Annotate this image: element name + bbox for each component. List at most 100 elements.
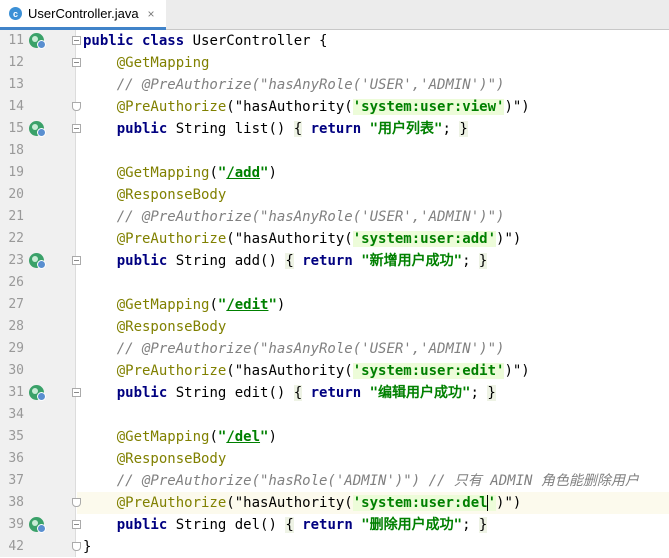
code-token: @ResponseBody: [116, 451, 227, 467]
close-icon[interactable]: ×: [148, 7, 155, 21]
fold-marker-icon[interactable]: [72, 256, 81, 265]
line-number: 13: [8, 77, 24, 92]
code-line[interactable]: 19 @GetMapping("/add"): [0, 162, 669, 184]
line-number: 11: [8, 33, 24, 48]
line-number: 29: [8, 341, 24, 356]
code-text: // @PreAuthorize("hasAnyRole('USER','ADM…: [83, 206, 505, 228]
code-line[interactable]: 34: [0, 404, 669, 426]
fold-marker-icon[interactable]: [72, 102, 81, 111]
code-token: ("hasAuthority(: [226, 99, 353, 115]
code-text: public String edit() { return "编辑用户成功"; …: [83, 382, 496, 404]
code-token: )"): [496, 231, 522, 247]
code-text: }: [83, 536, 91, 558]
code-token: @GetMapping: [116, 297, 210, 313]
code-token: // @PreAuthorize("hasAnyRole('USER','ADM…: [116, 341, 505, 357]
fold-marker-icon[interactable]: [72, 388, 81, 397]
fold-marker-icon[interactable]: [72, 498, 81, 507]
code-line[interactable]: 38 @PreAuthorize("hasAuthority('system:u…: [0, 492, 669, 514]
code-line[interactable]: 15 public String list() { return "用户列表";…: [0, 118, 669, 140]
spring-bean-gutter-icon[interactable]: [29, 385, 46, 401]
code-token: @PreAuthorize: [116, 495, 227, 511]
code-token: ;: [462, 253, 479, 269]
code-line[interactable]: 22 @PreAuthorize("hasAuthority('system:u…: [0, 228, 669, 250]
editor-tab-bar: c UserController.java ×: [0, 0, 669, 30]
code-token: UserController {: [184, 33, 328, 49]
code-token: {: [285, 517, 294, 533]
code-token: return: [310, 121, 362, 137]
fold-marker-icon[interactable]: [72, 58, 81, 67]
code-line[interactable]: 31 public String edit() { return "编辑用户成功…: [0, 382, 669, 404]
code-text: @GetMapping("/add"): [83, 162, 277, 184]
line-number: 22: [8, 231, 24, 246]
spring-bean-gutter-icon[interactable]: [29, 121, 46, 137]
code-line[interactable]: 26: [0, 272, 669, 294]
code-token: )"): [504, 363, 530, 379]
code-line[interactable]: 35 @GetMapping("/del"): [0, 426, 669, 448]
code-line[interactable]: 36 @ResponseBody: [0, 448, 669, 470]
code-token: ("hasAuthority(: [226, 231, 353, 247]
line-number: 18: [8, 143, 24, 158]
code-line[interactable]: 14 @PreAuthorize("hasAuthority('system:u…: [0, 96, 669, 118]
fold-marker-icon[interactable]: [72, 36, 81, 45]
line-number: 31: [8, 385, 24, 400]
code-line[interactable]: 12 @GetMapping: [0, 52, 669, 74]
code-text: @PreAuthorize("hasAuthority('system:user…: [83, 96, 530, 118]
code-token: return: [310, 385, 362, 401]
code-line[interactable]: 42}: [0, 536, 669, 558]
code-token: ): [268, 429, 277, 445]
code-text: @PreAuthorize("hasAuthority('system:user…: [83, 228, 521, 250]
spring-bean-gutter-icon[interactable]: [29, 253, 46, 269]
code-line[interactable]: 37 // @PreAuthorize("hasRole('ADMIN')") …: [0, 470, 669, 492]
code-line[interactable]: 21 // @PreAuthorize("hasAnyRole('USER','…: [0, 206, 669, 228]
code-line[interactable]: 23 public String add() { return "新增用户成功"…: [0, 250, 669, 272]
code-token: ": [268, 297, 277, 313]
code-token: public class: [83, 33, 185, 49]
line-background: [77, 404, 669, 426]
code-line[interactable]: 39 public String del() { return "删除用户成功"…: [0, 514, 669, 536]
code-line[interactable]: 30 @PreAuthorize("hasAuthority('system:u…: [0, 360, 669, 382]
code-line[interactable]: 20 @ResponseBody: [0, 184, 669, 206]
code-line[interactable]: 11 public class UserController {: [0, 30, 669, 52]
code-line[interactable]: 13 // @PreAuthorize("hasAnyRole('USER','…: [0, 74, 669, 96]
code-token: 'system:user:view': [352, 99, 505, 115]
code-token: return: [302, 517, 353, 533]
code-token: }: [83, 539, 92, 555]
code-editor[interactable]: 11 public class UserController { 12 @GetMa…: [0, 30, 669, 557]
code-text: @GetMapping("/del"): [83, 426, 277, 448]
code-token: @GetMapping: [116, 165, 210, 181]
spring-bean-gutter-icon[interactable]: [29, 517, 46, 533]
spring-bean-gutter-icon[interactable]: [29, 33, 46, 49]
line-number: 42: [8, 539, 24, 554]
fold-marker-icon[interactable]: [72, 542, 81, 551]
code-line[interactable]: 18: [0, 140, 669, 162]
code-text: @ResponseBody: [83, 448, 227, 470]
tab-user-controller[interactable]: c UserController.java ×: [0, 0, 166, 30]
code-token: "编辑用户成功": [369, 385, 471, 401]
fold-marker-icon[interactable]: [72, 520, 81, 529]
code-token: ): [276, 297, 286, 313]
code-line[interactable]: 28 @ResponseBody: [0, 316, 669, 338]
code-token: @PreAuthorize: [116, 231, 227, 247]
line-number: 27: [8, 297, 24, 312]
code-line[interactable]: 27 @GetMapping("/edit"): [0, 294, 669, 316]
line-number: 12: [8, 55, 24, 70]
line-number: 20: [8, 187, 24, 202]
code-token: // @PreAuthorize("hasAnyRole('USER','ADM…: [116, 209, 505, 225]
code-text: @GetMapping: [83, 52, 210, 74]
fold-marker-icon[interactable]: [72, 124, 81, 133]
java-class-icon: c: [9, 7, 22, 20]
code-line[interactable]: 29 // @PreAuthorize("hasAnyRole('USER','…: [0, 338, 669, 360]
